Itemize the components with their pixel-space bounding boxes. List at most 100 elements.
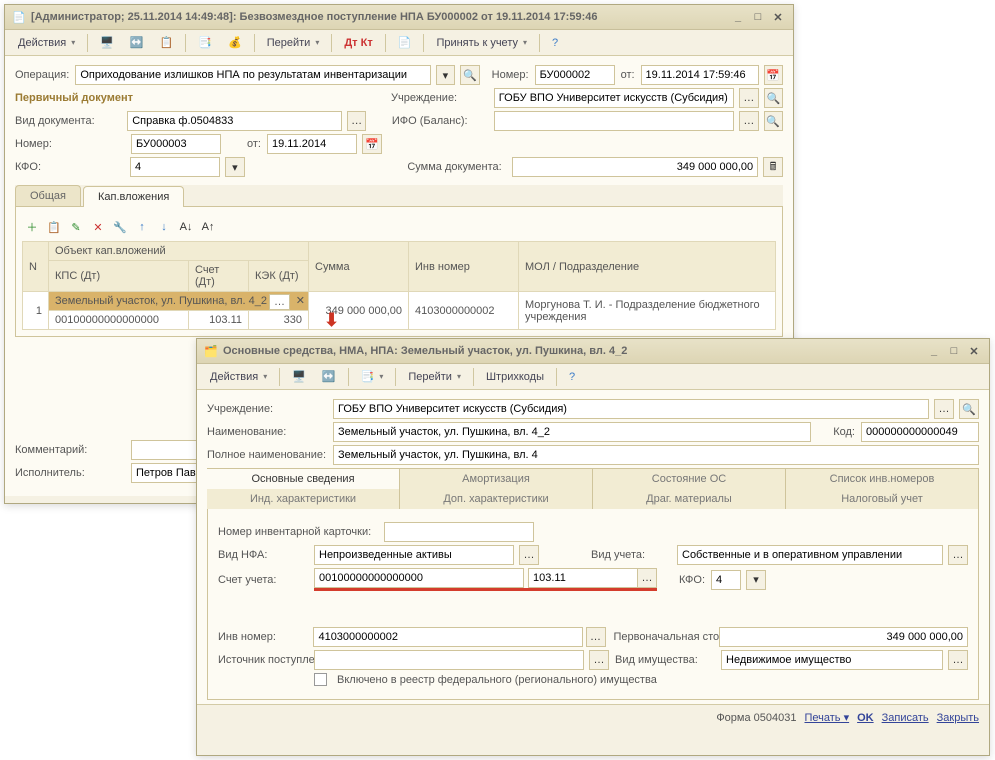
delete-row-icon[interactable]: ✕: [88, 217, 108, 237]
cost-input[interactable]: [719, 627, 968, 647]
date-input[interactable]: [641, 65, 759, 85]
uchr-select-2[interactable]: …: [934, 399, 954, 419]
invcard-input[interactable]: [384, 522, 534, 542]
operation-dropdown[interactable]: ▾: [436, 65, 455, 85]
from2-input[interactable]: [267, 134, 357, 154]
print-button[interactable]: Печать ▾: [804, 711, 849, 724]
kfo-drop-2[interactable]: ▾: [746, 570, 766, 590]
num2-input[interactable]: [131, 134, 221, 154]
icon2-3[interactable]: 📑: [354, 367, 391, 386]
src-input[interactable]: [314, 650, 584, 670]
nfa-input[interactable]: [314, 545, 514, 565]
fullname-input-2[interactable]: [333, 445, 979, 465]
maximize-button-2[interactable]: □: [945, 344, 963, 358]
doc-type-input[interactable]: [127, 111, 342, 131]
add-row-icon[interactable]: ＋: [22, 217, 42, 237]
account-input-1[interactable]: [314, 568, 524, 588]
operation-search[interactable]: 🔍: [460, 65, 479, 85]
actions-menu[interactable]: Действия: [11, 34, 82, 52]
date-picker-icon[interactable]: 📅: [764, 65, 783, 85]
from2-date-icon[interactable]: 📅: [362, 134, 382, 154]
code-input-2[interactable]: [861, 422, 979, 442]
account-select[interactable]: …: [637, 568, 657, 588]
sum-input[interactable]: [512, 157, 758, 177]
col-obj[interactable]: Объект кап.вложений: [49, 242, 309, 261]
move-up-icon[interactable]: ↑: [132, 217, 152, 237]
ok-button[interactable]: OK: [857, 712, 874, 724]
cell-clear-icon[interactable]: ✕: [296, 294, 305, 307]
col-inv[interactable]: Инв номер: [409, 242, 519, 292]
kfo-input[interactable]: [130, 157, 220, 177]
col-sum[interactable]: Сумма: [309, 242, 409, 292]
tab2-general[interactable]: Основные сведения: [207, 469, 400, 489]
nfa-select[interactable]: …: [519, 545, 539, 565]
prop-row-icon[interactable]: 🔧: [110, 217, 130, 237]
close-link[interactable]: Закрыть: [937, 712, 979, 724]
inv-select[interactable]: …: [586, 627, 606, 647]
icon-btn-6[interactable]: 📄: [391, 33, 419, 52]
uchr-input-2[interactable]: [333, 399, 929, 419]
icon-btn-5[interactable]: 💰: [221, 33, 249, 52]
account-input-2[interactable]: [528, 568, 638, 588]
uchr-input[interactable]: [494, 88, 734, 108]
close-button-2[interactable]: ✕: [965, 344, 983, 358]
accept-button[interactable]: Принять к учету: [429, 34, 534, 52]
help-icon[interactable]: ?: [545, 34, 565, 52]
maximize-button[interactable]: □: [749, 10, 767, 24]
save-button[interactable]: Записать: [882, 712, 929, 724]
tab-general[interactable]: Общая: [15, 185, 81, 206]
kfo-dropdown[interactable]: ▾: [225, 157, 245, 177]
goto-menu-2[interactable]: Перейти: [401, 368, 468, 386]
minimize-button-2[interactable]: _: [925, 344, 943, 358]
icon2-1[interactable]: 🖥️: [285, 367, 313, 386]
inv-input[interactable]: [313, 627, 583, 647]
cell-obj[interactable]: Земельный участок, ул. Пушкина, вл. 4_2 …: [49, 292, 309, 311]
tab3-tax[interactable]: Налоговый учет: [786, 489, 979, 509]
col-kps[interactable]: КПС (Дт): [49, 261, 189, 292]
uchet-input[interactable]: [677, 545, 943, 565]
reg-checkbox[interactable]: [314, 673, 327, 686]
move-down-icon[interactable]: ↓: [154, 217, 174, 237]
doc-type-select[interactable]: …: [347, 111, 366, 131]
tab3-drag[interactable]: Драг. материалы: [593, 489, 786, 509]
help-icon-2[interactable]: ?: [562, 368, 582, 386]
close-button[interactable]: ✕: [769, 10, 787, 24]
prop-select[interactable]: …: [948, 650, 968, 670]
actions-menu-2[interactable]: Действия: [203, 368, 274, 386]
kfo-input-2[interactable]: [711, 570, 741, 590]
tab2-amort[interactable]: Амортизация: [400, 469, 593, 489]
table-row[interactable]: 1 Земельный участок, ул. Пушкина, вл. 4_…: [23, 292, 776, 311]
uchet-select[interactable]: …: [948, 545, 968, 565]
sum-calc-icon[interactable]: 🖩: [763, 157, 783, 177]
tab2-invlist[interactable]: Список инв.номеров: [786, 469, 979, 489]
operation-input[interactable]: [75, 65, 430, 85]
uchr-search[interactable]: 🔍: [764, 88, 783, 108]
goto-menu[interactable]: Перейти: [260, 34, 327, 52]
icon-btn-3[interactable]: 📋: [153, 33, 181, 52]
ifo-select[interactable]: …: [739, 111, 758, 131]
minimize-button[interactable]: _: [729, 10, 747, 24]
ifo-input[interactable]: [494, 111, 734, 131]
edit-row-icon[interactable]: ✎: [66, 217, 86, 237]
uchr-search-2[interactable]: 🔍: [959, 399, 979, 419]
ifo-search[interactable]: 🔍: [764, 111, 783, 131]
src-select[interactable]: …: [589, 650, 609, 670]
icon-btn-2[interactable]: ↔️: [123, 33, 151, 52]
col-kek[interactable]: КЭК (Дт): [249, 261, 309, 292]
icon-btn-4[interactable]: 📑: [191, 33, 219, 52]
tab2-state[interactable]: Состояние ОС: [593, 469, 786, 489]
col-n[interactable]: N: [23, 242, 49, 292]
sort-asc-icon[interactable]: A↓: [176, 217, 196, 237]
tab3-dop[interactable]: Доп. характеристики: [400, 489, 593, 509]
col-schet[interactable]: Счет (Дт): [189, 261, 249, 292]
icon-btn-1[interactable]: 🖥️: [93, 33, 121, 52]
tab-kap[interactable]: Кап.вложения: [83, 186, 184, 207]
uchr-select[interactable]: …: [739, 88, 758, 108]
number-input[interactable]: [535, 65, 615, 85]
copy-row-icon[interactable]: 📋: [44, 217, 64, 237]
dtct-icon[interactable]: Дт Кт: [337, 34, 379, 52]
tab3-ind[interactable]: Инд. характеристики: [207, 489, 400, 509]
name-input-2[interactable]: [333, 422, 811, 442]
icon2-2[interactable]: ↔️: [315, 367, 343, 386]
prop-input[interactable]: [721, 650, 943, 670]
